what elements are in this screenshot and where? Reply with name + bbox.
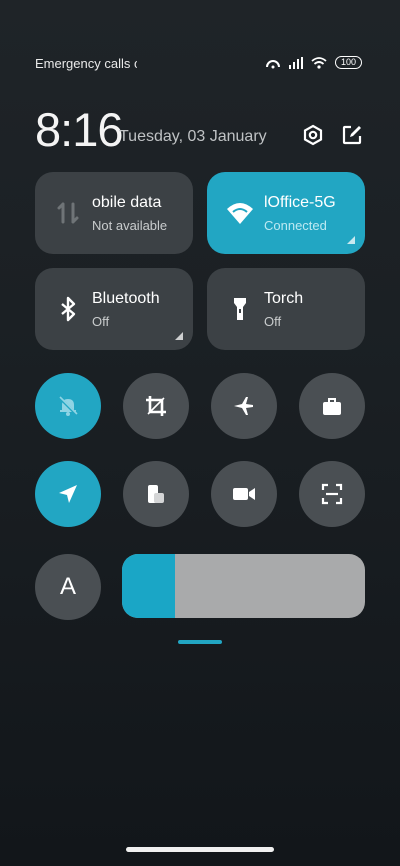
wifi-title: lOffice-5G [264,194,336,211]
settings-icon[interactable] [302,124,324,146]
bluetooth-expand-corner[interactable] [175,332,183,340]
location-toggle[interactable] [35,461,101,527]
bell-off-icon [57,395,79,417]
split-screen-icon [148,485,164,503]
work-mode-toggle[interactable] [299,373,365,439]
screen-recorder-toggle[interactable] [211,461,277,527]
carrier-status-text: Emergency calls o [35,56,137,71]
screenshot-toggle[interactable] [123,373,189,439]
airplane-mode-toggle[interactable] [211,373,277,439]
wifi-tile[interactable]: lOffice-5G Connected [207,172,365,254]
crop-icon [146,396,166,416]
edit-icon[interactable] [341,124,363,146]
signal-icon [288,56,303,69]
airplane-icon [234,397,253,415]
mobile-data-title: obile data [92,194,162,211]
bluetooth-subtitle: Off [92,314,110,329]
mobile-data-tile[interactable]: obile data Not available [35,172,193,254]
scan-icon [321,483,343,505]
bluetooth-tile[interactable]: Bluetooth Off [35,268,193,350]
date-label: Tuesday, 03 January [119,128,267,145]
mobile-data-icon [57,202,79,224]
brightness-level-fill [122,554,176,618]
mobile-data-subtitle: Not available [92,218,168,233]
location-arrow-icon [59,485,77,503]
home-indicator[interactable] [126,847,274,852]
scanner-toggle[interactable] [299,461,365,527]
wifi-subtitle: Connected [264,218,327,233]
auto-brightness-button[interactable]: A [35,554,101,620]
torch-title: Torch [264,290,304,307]
page-indicator [178,640,222,644]
split-screen-toggle[interactable] [123,461,189,527]
battery-indicator: 100 [334,56,362,69]
video-camera-icon [233,488,255,500]
header: 8:16 Tuesday, 03 January [35,102,365,156]
status-icons: 100 [265,56,362,69]
clock: 8:16 [35,103,123,156]
torch-subtitle: Off [264,314,282,329]
hotspot-icon [265,59,280,68]
wifi-status-icon [311,56,327,69]
wifi-icon [227,203,253,224]
bluetooth-icon [61,296,76,322]
bluetooth-title: Bluetooth [92,290,160,307]
brightness-slider[interactable] [122,554,365,618]
torch-tile[interactable]: Torch Off [207,268,365,350]
torch-icon [234,298,246,320]
wifi-expand-corner[interactable] [347,236,355,244]
status-bar: Emergency calls o 100 [35,56,362,72]
silent-toggle[interactable] [35,373,101,439]
briefcase-icon [323,398,341,415]
